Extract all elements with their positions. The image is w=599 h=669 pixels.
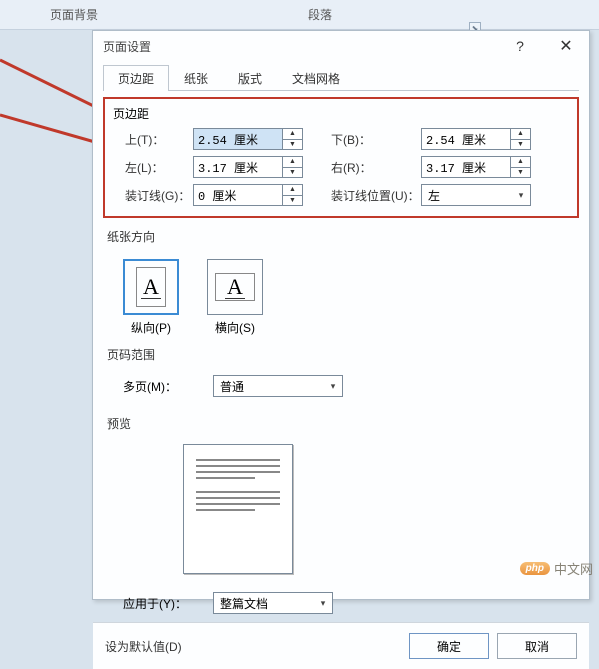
chevron-up-icon[interactable]: ▲ xyxy=(283,185,302,196)
chevron-down-icon[interactable]: ▾ xyxy=(314,598,332,609)
page-setup-dialog: 页面设置 ? ✕ 页边距 纸张 版式 文档网格 页边距 上(T)： ▲▼ 下(B… xyxy=(92,30,590,600)
label-multipage: 多页(M)： xyxy=(123,378,213,395)
tab-grid[interactable]: 文档网格 xyxy=(277,65,355,91)
label-apply-to: 应用于(Y)： xyxy=(123,595,213,612)
orientation-portrait-label: 纵向(P) xyxy=(123,319,179,336)
chevron-down-icon[interactable]: ▼ xyxy=(511,168,530,178)
margins-group: 页边距 上(T)： ▲▼ 下(B)： ▲▼ 左(L)： ▲▼ xyxy=(103,97,579,218)
chevron-down-icon[interactable]: ▼ xyxy=(283,196,302,206)
pages-title: 页码范围 xyxy=(107,346,579,363)
input-gutter[interactable] xyxy=(194,185,282,205)
landscape-a-icon: A xyxy=(225,276,245,299)
orientation-title: 纸张方向 xyxy=(107,228,579,245)
spinner-bottom[interactable]: ▲▼ xyxy=(421,128,531,150)
label-left: 左(L)： xyxy=(113,159,193,176)
orientation-portrait[interactable]: A xyxy=(123,259,179,315)
chevron-down-icon[interactable]: ▼ xyxy=(283,168,302,178)
ribbon-tab-paragraph[interactable]: 段落 xyxy=(278,0,362,29)
ok-button[interactable]: 确定 xyxy=(409,633,489,659)
dialog-footer: 设为默认值(D) 确定 取消 xyxy=(93,622,589,669)
input-left[interactable] xyxy=(194,157,282,177)
preview-page-icon xyxy=(183,444,293,574)
set-default-button[interactable]: 设为默认值(D) xyxy=(105,638,182,655)
ribbon-bar: 页面背景 段落 xyxy=(0,0,599,30)
chevron-up-icon[interactable]: ▲ xyxy=(283,129,302,140)
orientation-group: A 纵向(P) A 横向(S) xyxy=(123,259,579,336)
chevron-down-icon[interactable]: ▾ xyxy=(324,381,342,392)
select-gutter-pos-value: 左 xyxy=(422,187,512,204)
chevron-down-icon[interactable]: ▼ xyxy=(511,140,530,150)
dialog-title: 页面设置 xyxy=(103,38,497,55)
input-bottom[interactable] xyxy=(422,129,510,149)
chevron-down-icon[interactable]: ▾ xyxy=(512,190,530,201)
dialog-tabs: 页边距 纸张 版式 文档网格 xyxy=(103,65,579,91)
ribbon-tab-background[interactable]: 页面背景 xyxy=(20,0,128,29)
input-right[interactable] xyxy=(422,157,510,177)
watermark: php 中文网 xyxy=(520,559,593,578)
margins-title: 页边距 xyxy=(113,105,569,122)
tab-margins[interactable]: 页边距 xyxy=(103,65,169,91)
orientation-landscape[interactable]: A xyxy=(207,259,263,315)
cancel-button[interactable]: 取消 xyxy=(497,633,577,659)
orientation-landscape-label: 横向(S) xyxy=(207,319,263,336)
preview-title: 预览 xyxy=(107,415,579,432)
label-right: 右(R)： xyxy=(321,159,421,176)
label-bottom: 下(B)： xyxy=(321,131,421,148)
select-apply-to-value: 整篇文档 xyxy=(214,595,314,612)
chevron-up-icon[interactable]: ▲ xyxy=(511,129,530,140)
select-multipage-value: 普通 xyxy=(214,378,324,395)
help-button[interactable]: ? xyxy=(497,31,543,61)
spinner-left[interactable]: ▲▼ xyxy=(193,156,303,178)
watermark-text: 中文网 xyxy=(554,559,593,578)
input-top[interactable] xyxy=(194,129,282,149)
chevron-up-icon[interactable]: ▲ xyxy=(511,157,530,168)
label-gutter: 装订线(G)： xyxy=(113,187,193,204)
watermark-badge: php xyxy=(520,562,550,575)
close-button[interactable]: ✕ xyxy=(543,31,589,61)
spinner-gutter[interactable]: ▲▼ xyxy=(193,184,303,206)
label-top: 上(T)： xyxy=(113,131,193,148)
titlebar: 页面设置 ? ✕ xyxy=(93,31,589,61)
tab-paper[interactable]: 纸张 xyxy=(169,65,223,91)
spinner-top[interactable]: ▲▼ xyxy=(193,128,303,150)
select-gutter-pos[interactable]: 左 ▾ xyxy=(421,184,531,206)
select-apply-to[interactable]: 整篇文档 ▾ xyxy=(213,592,333,614)
select-multipage[interactable]: 普通 ▾ xyxy=(213,375,343,397)
spinner-right[interactable]: ▲▼ xyxy=(421,156,531,178)
portrait-a-icon: A xyxy=(141,276,161,299)
label-gutter-pos: 装订线位置(U)： xyxy=(321,187,421,204)
chevron-up-icon[interactable]: ▲ xyxy=(283,157,302,168)
chevron-down-icon[interactable]: ▼ xyxy=(283,140,302,150)
tab-layout[interactable]: 版式 xyxy=(223,65,277,91)
